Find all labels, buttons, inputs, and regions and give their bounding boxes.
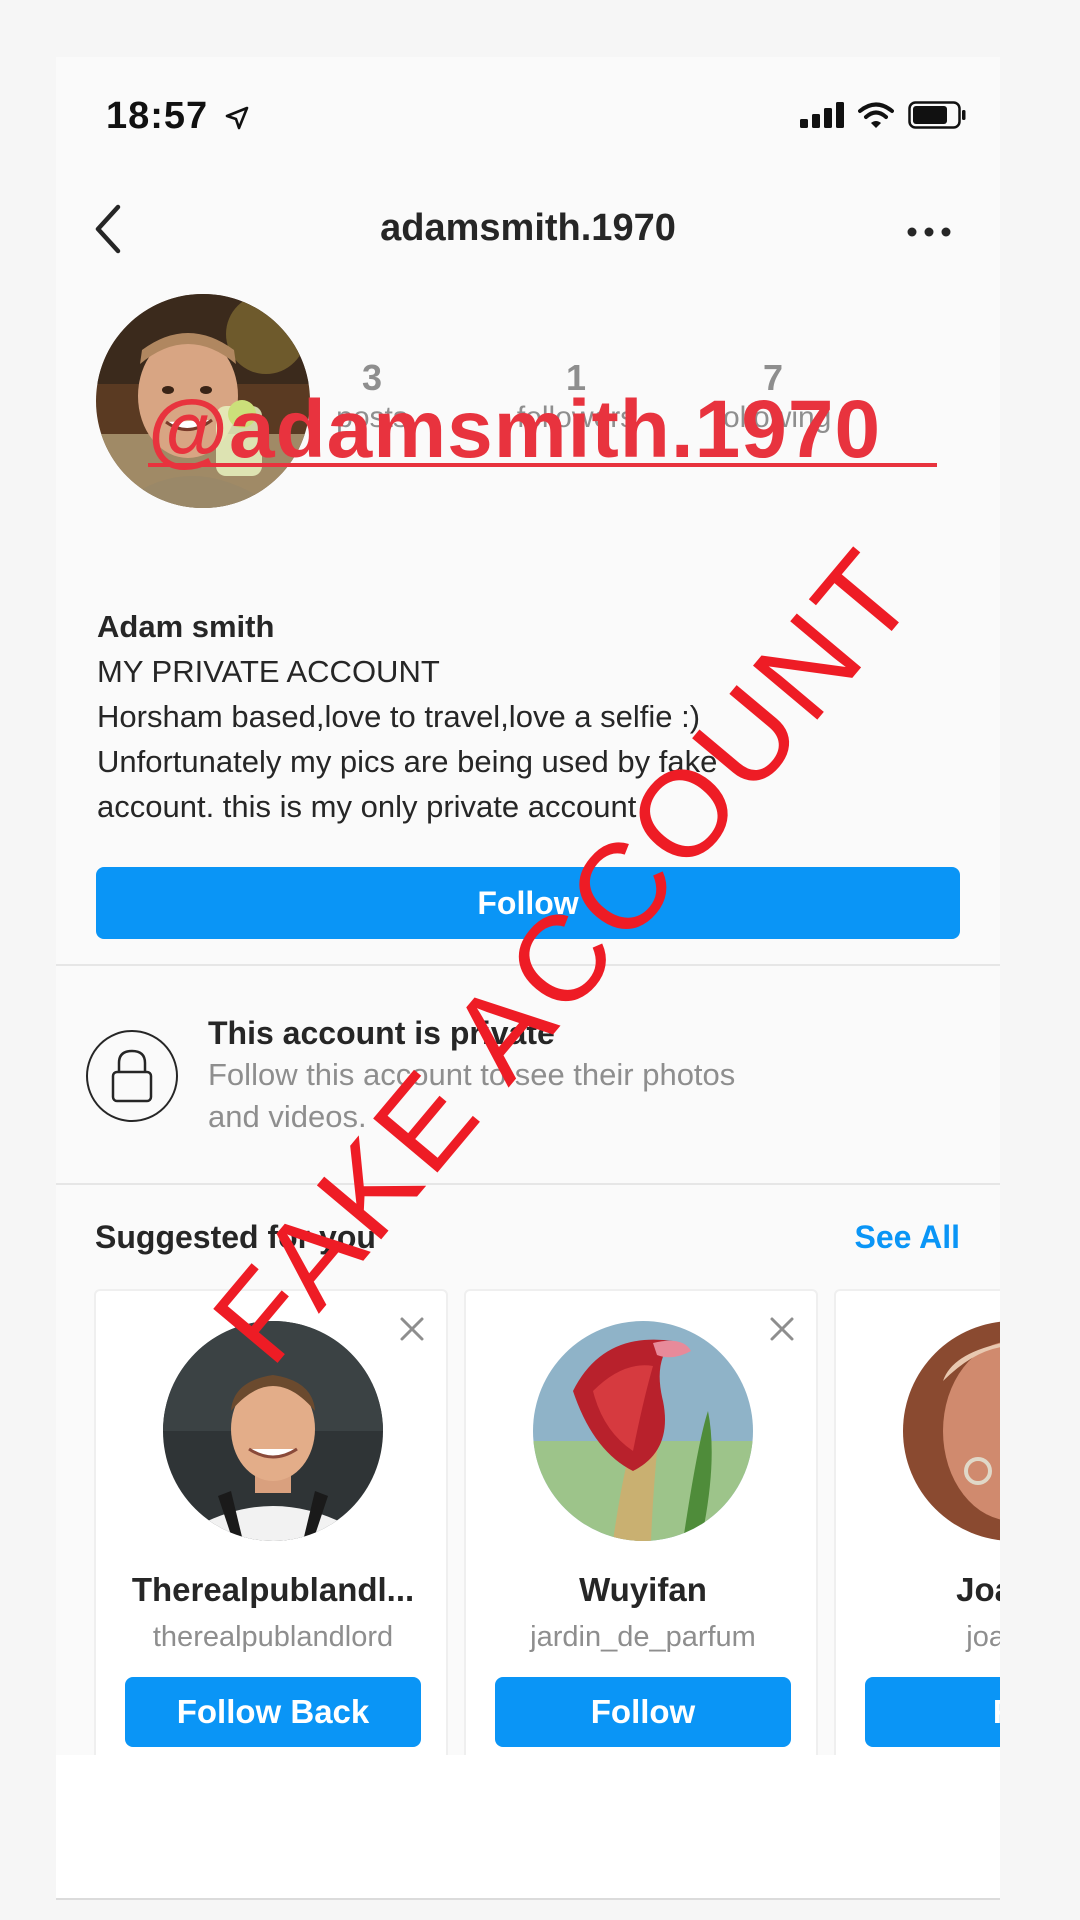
close-icon (400, 1317, 424, 1341)
handle-overlay-underline (148, 463, 937, 467)
suggestion-avatar[interactable] (533, 1321, 753, 1541)
suggestion-card[interactable]: Therealpublandl... therealpublandlord Fo… (94, 1289, 448, 1773)
status-icons (800, 101, 966, 129)
see-all-link[interactable]: See All (854, 1219, 960, 1256)
suggestion-username: joanmc (966, 1621, 1000, 1653)
battery-icon (908, 101, 966, 129)
more-options-button[interactable] (904, 222, 954, 242)
bio-line: MY PRIVATE ACCOUNT (97, 654, 440, 689)
dismiss-suggestion-button[interactable] (396, 1313, 428, 1345)
follow-button[interactable]: Follow (495, 1677, 791, 1747)
private-account-title: This account is private (208, 1015, 555, 1051)
follow-button[interactable]: Fo (865, 1677, 1000, 1747)
follow-button[interactable]: Follow (96, 867, 960, 939)
private-account-subtitle: and videos. (208, 1099, 367, 1134)
suggestion-photo (163, 1321, 383, 1541)
lock-icon (111, 1049, 153, 1103)
suggestion-photo (533, 1321, 753, 1541)
suggestion-avatar[interactable] (163, 1321, 383, 1541)
bottom-panel (56, 1755, 1000, 1900)
suggestion-name: Wuyifan (579, 1571, 707, 1608)
suggestion-name: Therealpublandl... (131, 1571, 415, 1608)
phone-screen: 18:57 adamsmith.1970 3 posts 1 followers… (56, 57, 1000, 1900)
private-account-subtitle: Follow this account to see their photos (208, 1057, 736, 1092)
bio-line: account. this is my only private account (97, 789, 637, 824)
bottom-rule (56, 1898, 1000, 1900)
more-horizontal-icon (907, 227, 951, 237)
bio-line: Horsham based,love to travel,love a self… (97, 699, 701, 734)
suggestion-card[interactable]: Wuyifan jardin_de_parfum Follow (464, 1289, 818, 1773)
suggestion-name: Joan M (956, 1571, 1000, 1608)
page-title: adamsmith.1970 (380, 207, 676, 249)
divider (56, 964, 1000, 966)
close-icon (770, 1317, 794, 1341)
suggestion-username: therealpublandlord (152, 1621, 394, 1653)
dismiss-suggestion-button[interactable] (766, 1313, 798, 1345)
status-time-text: 18:57 (106, 95, 209, 137)
suggestion-photo (903, 1321, 1000, 1541)
follow-back-button[interactable]: Follow Back (125, 1677, 421, 1747)
suggestion-card[interactable]: Joan M joanmc Fo (834, 1289, 1000, 1773)
suggestion-avatar[interactable] (903, 1321, 1000, 1541)
status-time: 18:57 (106, 95, 250, 138)
suggested-title: Suggested for you (95, 1219, 376, 1255)
lock-badge (86, 1030, 178, 1122)
divider (56, 1183, 1000, 1185)
suggestion-username: jardin_de_parfum (530, 1621, 756, 1653)
profile-name: Adam smith (97, 609, 275, 644)
location-arrow-icon (225, 106, 249, 130)
bio-line: Unfortunately my pics are being used by … (97, 744, 718, 779)
wifi-icon (858, 102, 894, 128)
cellular-signal-icon (800, 102, 844, 128)
